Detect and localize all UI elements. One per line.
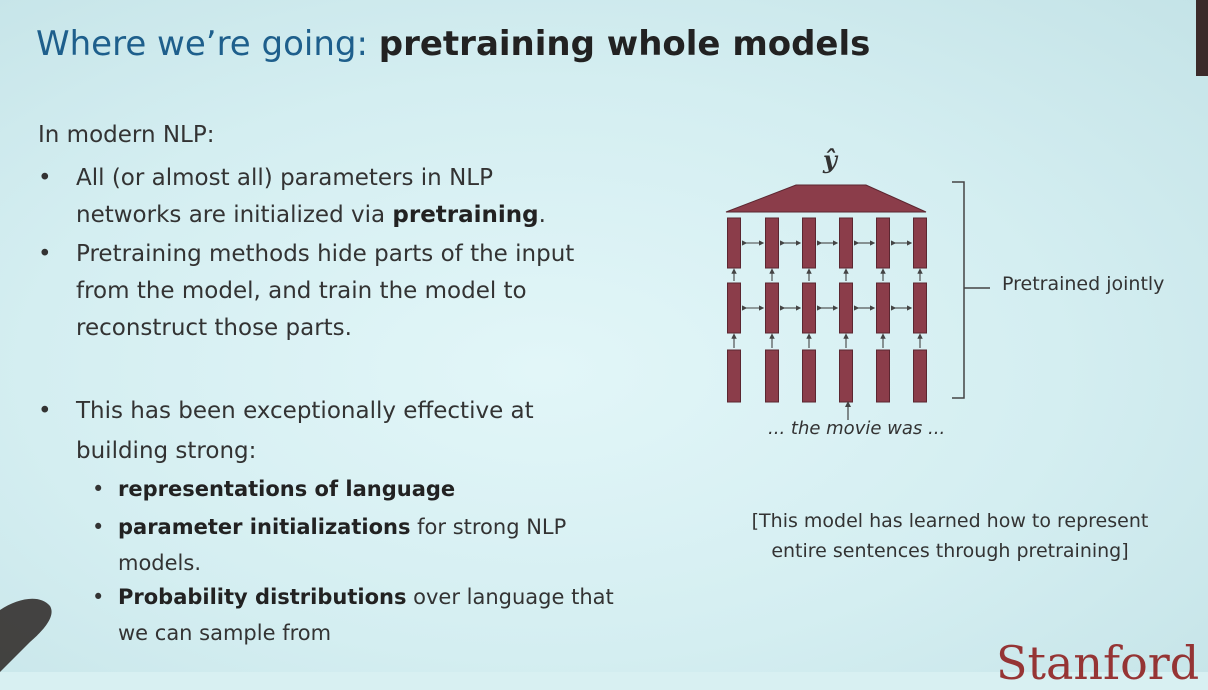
subbullet-3-bold: Probability distributions	[118, 585, 407, 609]
bullet-3: • This has been exceptionally effective …	[38, 393, 638, 467]
slide: Where we’re going: pretraining whole mod…	[0, 0, 1208, 690]
layer-cell	[765, 217, 779, 269]
bullet-2: • Pretraining methods hide parts of the …	[38, 236, 638, 347]
layer-cell	[839, 217, 853, 269]
bullet-3-line1: This has been exceptionally effective at	[76, 398, 534, 424]
bullet-1-period: .	[538, 202, 546, 228]
corner-bar	[1196, 0, 1208, 76]
bullet-1-line1: All (or almost all) parameters in NLP	[76, 165, 493, 191]
subbullet-dot: •	[92, 585, 105, 609]
subbullet-1-bold: representations of language	[118, 477, 456, 501]
slide-title: Where we’re going: pretraining whole mod…	[36, 24, 870, 64]
subbullet-2-bold: parameter initializations	[118, 515, 411, 539]
output-y-hat: ŷ	[822, 145, 839, 174]
bullet-dot: •	[38, 241, 52, 267]
layer-cell	[839, 349, 853, 403]
bullet-dot: •	[38, 398, 52, 424]
diagram-caption: [This model has learned how to represent…	[740, 506, 1160, 566]
title-bold: pretraining whole models	[378, 24, 871, 64]
stanford-logo: Stanford	[996, 636, 1200, 690]
layer-cell	[802, 349, 816, 403]
output-head	[725, 184, 927, 213]
subbullet-dot: •	[92, 477, 105, 501]
layer-cell	[876, 349, 890, 403]
pretraining-diagram: ŷ	[725, 145, 990, 420]
model-cells	[727, 217, 927, 403]
subbullet-3-rest: over language that	[406, 585, 614, 609]
caption-line2: entire sentences through pretraining]	[771, 540, 1129, 562]
bullet-3-line2: building strong:	[76, 438, 257, 464]
caption-line1: [This model has learned how to represent	[751, 510, 1149, 532]
layer-cell	[802, 217, 816, 269]
bullet-1-line2: networks are initialized via pretraining…	[76, 197, 546, 234]
subbullet-2-text: parameter initializations for strong NLP	[118, 510, 566, 544]
bullet-2-line2: from the model, and train the model to	[76, 278, 527, 304]
layer-cell	[839, 282, 853, 334]
intro-text: In modern NLP:	[38, 122, 215, 148]
bracket	[952, 181, 965, 399]
subbullet-3-line2: we can sample from	[118, 621, 332, 645]
bullet-2-line3: reconstruct those parts.	[76, 315, 352, 341]
layer-cell	[727, 282, 741, 334]
subbullet-2-line2: models.	[118, 551, 202, 575]
model-arrows	[731, 240, 923, 348]
subbullet-2-rest: for strong NLP	[410, 515, 567, 539]
layer-cell	[727, 217, 741, 269]
bullet-1-line2-text: networks are initialized via	[76, 202, 393, 228]
layer-cell	[876, 282, 890, 334]
layer-cell	[765, 349, 779, 403]
layer-cell	[913, 282, 927, 334]
layer-cell	[876, 217, 890, 269]
layer-cell	[913, 217, 927, 269]
layer-cell	[913, 349, 927, 403]
subbullet-3-text: Probability distributions over language …	[118, 580, 614, 614]
bullet-1: • All (or almost all) parameters in NLP …	[38, 160, 638, 234]
input-words-label: ... the movie was ...	[768, 418, 946, 439]
layer-cell	[765, 282, 779, 334]
presenter-hand	[0, 598, 52, 672]
bullet-1-bold: pretraining	[392, 202, 539, 228]
subbullet-1-text: representations of language	[118, 472, 455, 506]
title-prefix: Where we’re going:	[36, 24, 379, 64]
layer-cell	[802, 282, 816, 334]
bullet-dot: •	[38, 165, 52, 191]
pretrained-jointly-label: Pretrained jointly	[1002, 273, 1165, 295]
subbullet-dot: •	[92, 515, 105, 539]
layer-cell	[727, 349, 741, 403]
bullet-2-line1: Pretraining methods hide parts of the in…	[76, 241, 575, 267]
